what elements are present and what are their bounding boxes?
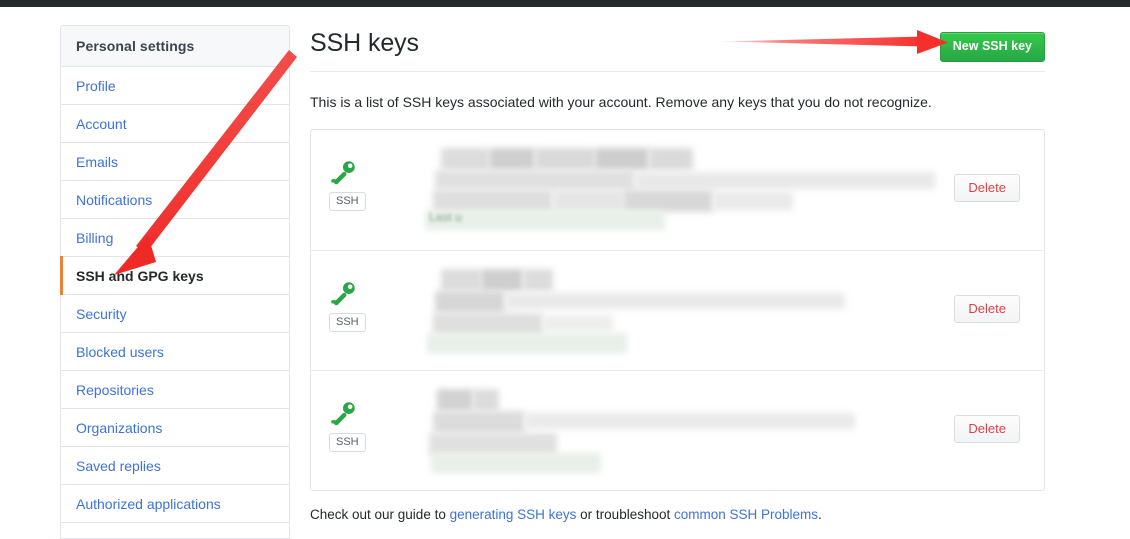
list-description: This is a list of SSH keys associated wi… — [310, 94, 932, 110]
key-row-icon-group: SSH — [329, 387, 385, 452]
key-details-redacted — [385, 387, 954, 473]
sidebar-header: Personal settings — [60, 25, 290, 67]
sidebar-item-label: Repositories — [76, 381, 154, 398]
sidebar-item-saved-replies[interactable]: Saved replies — [60, 447, 290, 485]
new-ssh-key-button[interactable]: New SSH key — [939, 32, 1045, 62]
key-row-icon-group: SSH — [329, 146, 385, 211]
key-details-redacted — [385, 267, 954, 353]
sidebar-item-label: Emails — [76, 153, 119, 170]
sidebar-item-label: Account — [76, 115, 127, 132]
settings-page: Personal settings Profile Account Emails… — [0, 7, 1130, 539]
guide-note-suffix: . — [818, 506, 822, 522]
key-details-redacted: Last u — [385, 146, 954, 232]
table-row[interactable]: SSH Delete — [311, 369, 1044, 490]
sidebar-item-authorized-applications[interactable]: Authorized applications — [60, 485, 290, 523]
sidebar-item-emails[interactable]: Emails — [60, 143, 290, 181]
sidebar-item-label: Security — [76, 305, 127, 322]
common-ssh-problems-link[interactable]: common SSH Problems — [674, 507, 818, 522]
sidebar-item-security[interactable]: Security — [60, 295, 290, 333]
key-icon — [331, 281, 355, 305]
sidebar-item-billing[interactable]: Billing — [60, 219, 290, 257]
key-row-icon-group: SSH — [329, 267, 385, 332]
sidebar-item-blocked-users[interactable]: Blocked users — [60, 333, 290, 371]
sidebar-item-account[interactable]: Account — [60, 105, 290, 143]
sidebar-item-label: Blocked users — [76, 343, 164, 360]
status-badge: SSH — [329, 191, 366, 211]
sidebar-item-label: Authorized applications — [76, 495, 221, 512]
sidebar-item-ssh-and-gpg-keys[interactable]: SSH and GPG keys — [60, 256, 290, 295]
sidebar-item-next-partial[interactable] — [60, 523, 290, 539]
sidebar-item-label: Billing — [76, 229, 114, 246]
guide-note-prefix: Check out our guide to — [310, 506, 450, 522]
sidebar-item-label: SSH and GPG keys — [76, 267, 204, 284]
sidebar-item-notifications[interactable]: Notifications — [60, 181, 290, 219]
status-badge: SSH — [329, 432, 366, 452]
sidebar-item-organizations[interactable]: Organizations — [60, 409, 290, 447]
sidebar-item-label: Organizations — [76, 419, 163, 436]
key-row-actions: Delete — [954, 387, 1028, 443]
guide-note-middle: or troubleshoot — [576, 506, 674, 522]
sidebar-item-repositories[interactable]: Repositories — [60, 371, 290, 409]
generating-ssh-keys-link[interactable]: generating SSH keys — [450, 507, 577, 522]
page-title: SSH keys — [310, 29, 419, 57]
delete-button[interactable]: Delete — [954, 294, 1020, 323]
sidebar-item-label: Profile — [76, 77, 116, 94]
table-row[interactable]: SSH Last u Delete — [311, 130, 1044, 250]
browser-top-bar — [0, 0, 1130, 7]
personal-settings-sidebar: Personal settings Profile Account Emails… — [60, 25, 290, 539]
delete-button[interactable]: Delete — [954, 173, 1020, 202]
key-icon — [331, 160, 355, 184]
ssh-keys-list: SSH Last u Delete SSH Delete SSH Delete — [310, 128, 1045, 491]
key-last-used-text: Last u — [429, 209, 462, 224]
guide-note: Check out our guide to generating SSH ke… — [310, 491, 1045, 522]
table-row[interactable]: SSH Delete — [311, 249, 1044, 370]
sidebar-item-label: Notifications — [76, 191, 153, 208]
sidebar-item-profile[interactable]: Profile — [60, 67, 290, 105]
key-icon — [331, 401, 355, 425]
status-badge: SSH — [329, 312, 366, 332]
sidebar-item-label: Saved replies — [76, 457, 161, 474]
page-header: SSH keys New SSH key — [310, 25, 1045, 72]
key-row-actions: Delete — [954, 146, 1028, 202]
key-row-actions: Delete — [954, 267, 1028, 323]
ssh-keys-main: SSH keys New SSH key This is a list of S… — [310, 25, 1045, 522]
delete-button[interactable]: Delete — [954, 414, 1020, 443]
